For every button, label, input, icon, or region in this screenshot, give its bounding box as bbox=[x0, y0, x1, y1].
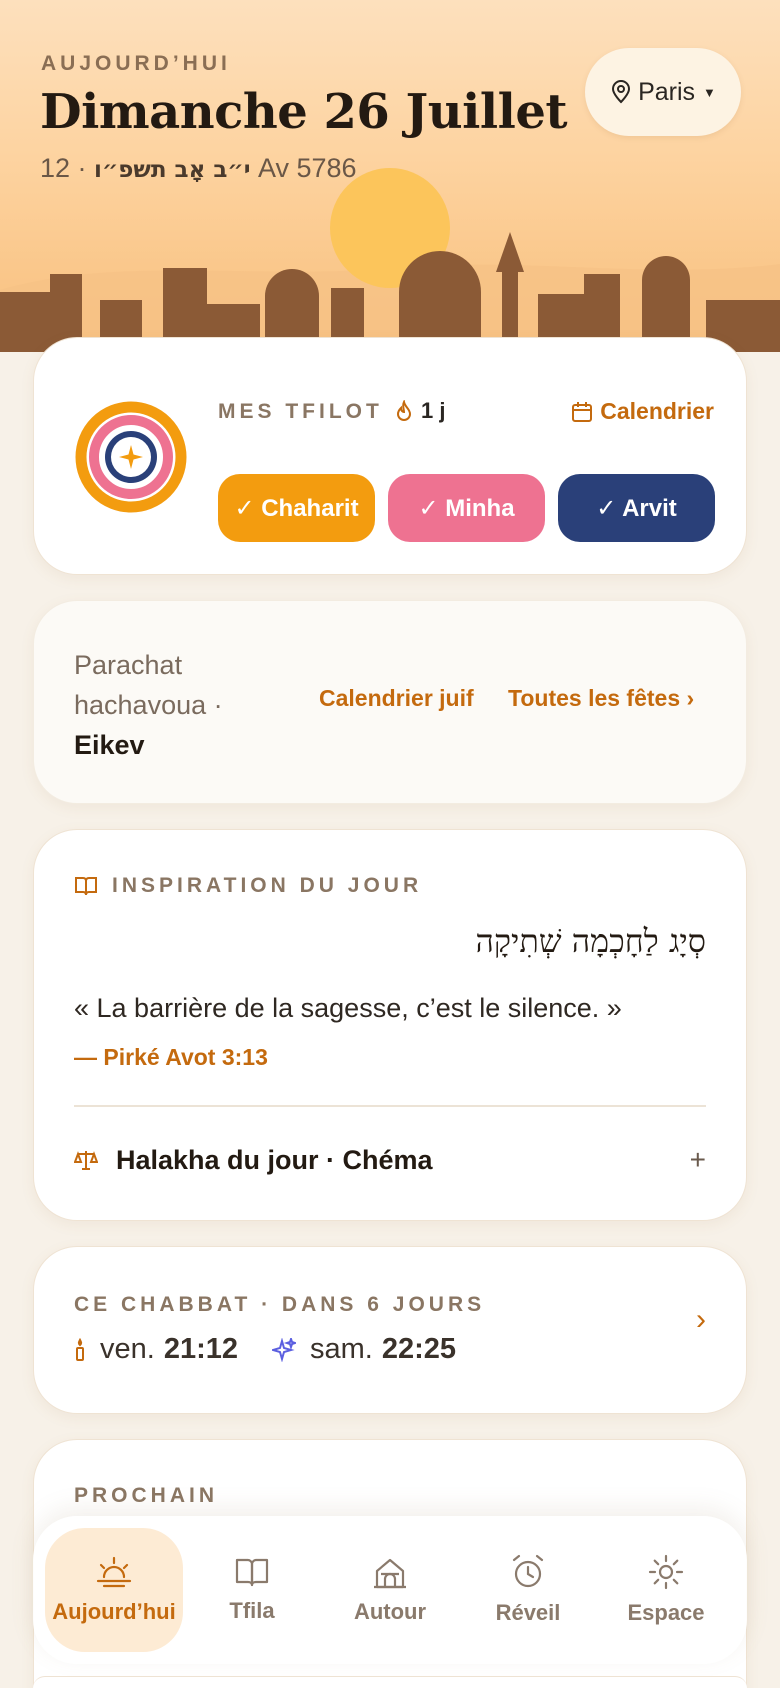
expand-plus-icon[interactable]: + bbox=[690, 1144, 706, 1176]
city-label: Paris bbox=[638, 77, 696, 106]
sun-settings-icon bbox=[648, 1554, 684, 1590]
parachat-card: Parachat hachavoua · Eikev Calendrier ju… bbox=[33, 600, 747, 804]
divider bbox=[74, 1105, 706, 1107]
parachat-prefix: Parachat hachavoua · bbox=[74, 650, 223, 720]
chaharit-button[interactable]: ✓ Chaharit bbox=[218, 474, 375, 542]
open-book-icon bbox=[75, 877, 97, 896]
streak-counter: 1 j bbox=[395, 398, 445, 424]
date-eyebrow: AUJOURD’HUI bbox=[41, 52, 231, 75]
streak-value: 1 j bbox=[421, 398, 446, 423]
nav-label: Espace bbox=[627, 1600, 705, 1625]
nav-item-autour[interactable]: Autour bbox=[321, 1528, 459, 1652]
chevron-down-icon: ▼ bbox=[703, 84, 716, 100]
inspiration-quote: « La barrière de la sagesse, c’est le si… bbox=[74, 993, 622, 1023]
all-feasts-link[interactable]: Toutes les fêtes › bbox=[508, 685, 694, 712]
nav-item-aujourdhui[interactable]: Aujourd’hui bbox=[45, 1528, 183, 1652]
nav-item-reveil[interactable]: Réveil bbox=[459, 1528, 597, 1652]
prayer-progress-ring bbox=[75, 401, 187, 513]
scales-icon bbox=[74, 1151, 98, 1170]
inspiration-label: INSPIRATION DU JOUR bbox=[112, 874, 423, 897]
inspiration-source: — Pirké Avot 3:13 bbox=[74, 1044, 268, 1070]
stars-icon bbox=[272, 1337, 296, 1362]
chabbat-card[interactable]: CE CHABBAT · DANS 6 JOURS ven. 21:12 sam… bbox=[33, 1246, 747, 1414]
nav-item-tfila[interactable]: Tfila bbox=[183, 1528, 321, 1652]
halakha-row[interactable]: Halakha du jour · Chéma + bbox=[74, 1130, 706, 1190]
nav-label: Autour bbox=[353, 1599, 427, 1624]
nav-item-espace[interactable]: Espace bbox=[597, 1528, 735, 1652]
calendar-icon bbox=[572, 401, 593, 422]
inspiration-card: INSPIRATION DU JOUR סְיָג לַחָכְמָה שְׁת… bbox=[33, 829, 747, 1221]
location-pin-icon bbox=[612, 80, 631, 104]
jewish-calendar-link[interactable]: Calendrier juif bbox=[319, 685, 474, 712]
chabbat-label: CE CHABBAT · DANS 6 JOURS bbox=[74, 1293, 486, 1316]
alarm-clock-icon bbox=[512, 1554, 544, 1588]
parachat-name: Eikev bbox=[74, 730, 145, 760]
tfilot-card: MES TFILOT 1 j Calendrier ✓ Chaharit ✓ M… bbox=[33, 337, 747, 575]
book-icon bbox=[235, 1558, 269, 1587]
chabbat-times: ven. 21:12 sam. 22:25 bbox=[74, 1333, 456, 1366]
synagogue-icon bbox=[374, 1558, 406, 1589]
inspiration-hebrew: סְיָג לַחָכְמָה שְׁתִיקָה bbox=[475, 922, 706, 960]
candle-icon bbox=[74, 1337, 86, 1362]
header-banner: AUJOURD’HUI Dimanche 26 Juillet י״ב אָב … bbox=[0, 0, 780, 352]
inspiration-header: INSPIRATION DU JOUR bbox=[74, 874, 422, 898]
arvit-button[interactable]: ✓ Arvit bbox=[558, 474, 715, 542]
next-card-edge bbox=[33, 1676, 747, 1688]
entry-time: 21:12 bbox=[163, 1333, 238, 1365]
minha-button[interactable]: ✓ Minha bbox=[388, 474, 545, 542]
nav-label: Aujourd’hui bbox=[52, 1599, 176, 1624]
date-separator: · bbox=[70, 153, 95, 183]
page-title: Dimanche 26 Juillet bbox=[40, 84, 568, 140]
skyline-decoration bbox=[0, 232, 780, 352]
entry-day: ven. bbox=[100, 1333, 155, 1365]
exit-day: sam. bbox=[310, 1333, 373, 1365]
parachat-text: Parachat hachavoua · Eikev bbox=[74, 645, 284, 765]
flame-icon bbox=[396, 400, 412, 421]
calendar-link[interactable]: Calendrier bbox=[570, 398, 714, 425]
hebrew-date: י״ב אָב תשפ״ו · 12 Av 5786 bbox=[40, 153, 357, 184]
calendar-link-label: Calendrier bbox=[600, 398, 714, 424]
bottom-navigation: Aujourd’hui Tfila Autour Réveil Espace bbox=[33, 1516, 747, 1664]
sunrise-icon bbox=[96, 1556, 132, 1588]
chevron-right-icon[interactable]: › bbox=[696, 1303, 706, 1337]
exit-time: 22:25 bbox=[381, 1333, 457, 1365]
halakha-title: Halakha du jour · Chéma bbox=[116, 1144, 433, 1175]
tfilot-label: MES TFILOT bbox=[218, 400, 383, 423]
hebrew-date-text: י״ב אָב תשפ״ו bbox=[94, 157, 251, 183]
prochain-label: PROCHAIN bbox=[74, 1484, 219, 1507]
nav-label: Réveil bbox=[495, 1600, 561, 1625]
nav-label: Tfila bbox=[229, 1598, 275, 1623]
city-selector-button[interactable]: Paris ▼ bbox=[585, 48, 741, 136]
